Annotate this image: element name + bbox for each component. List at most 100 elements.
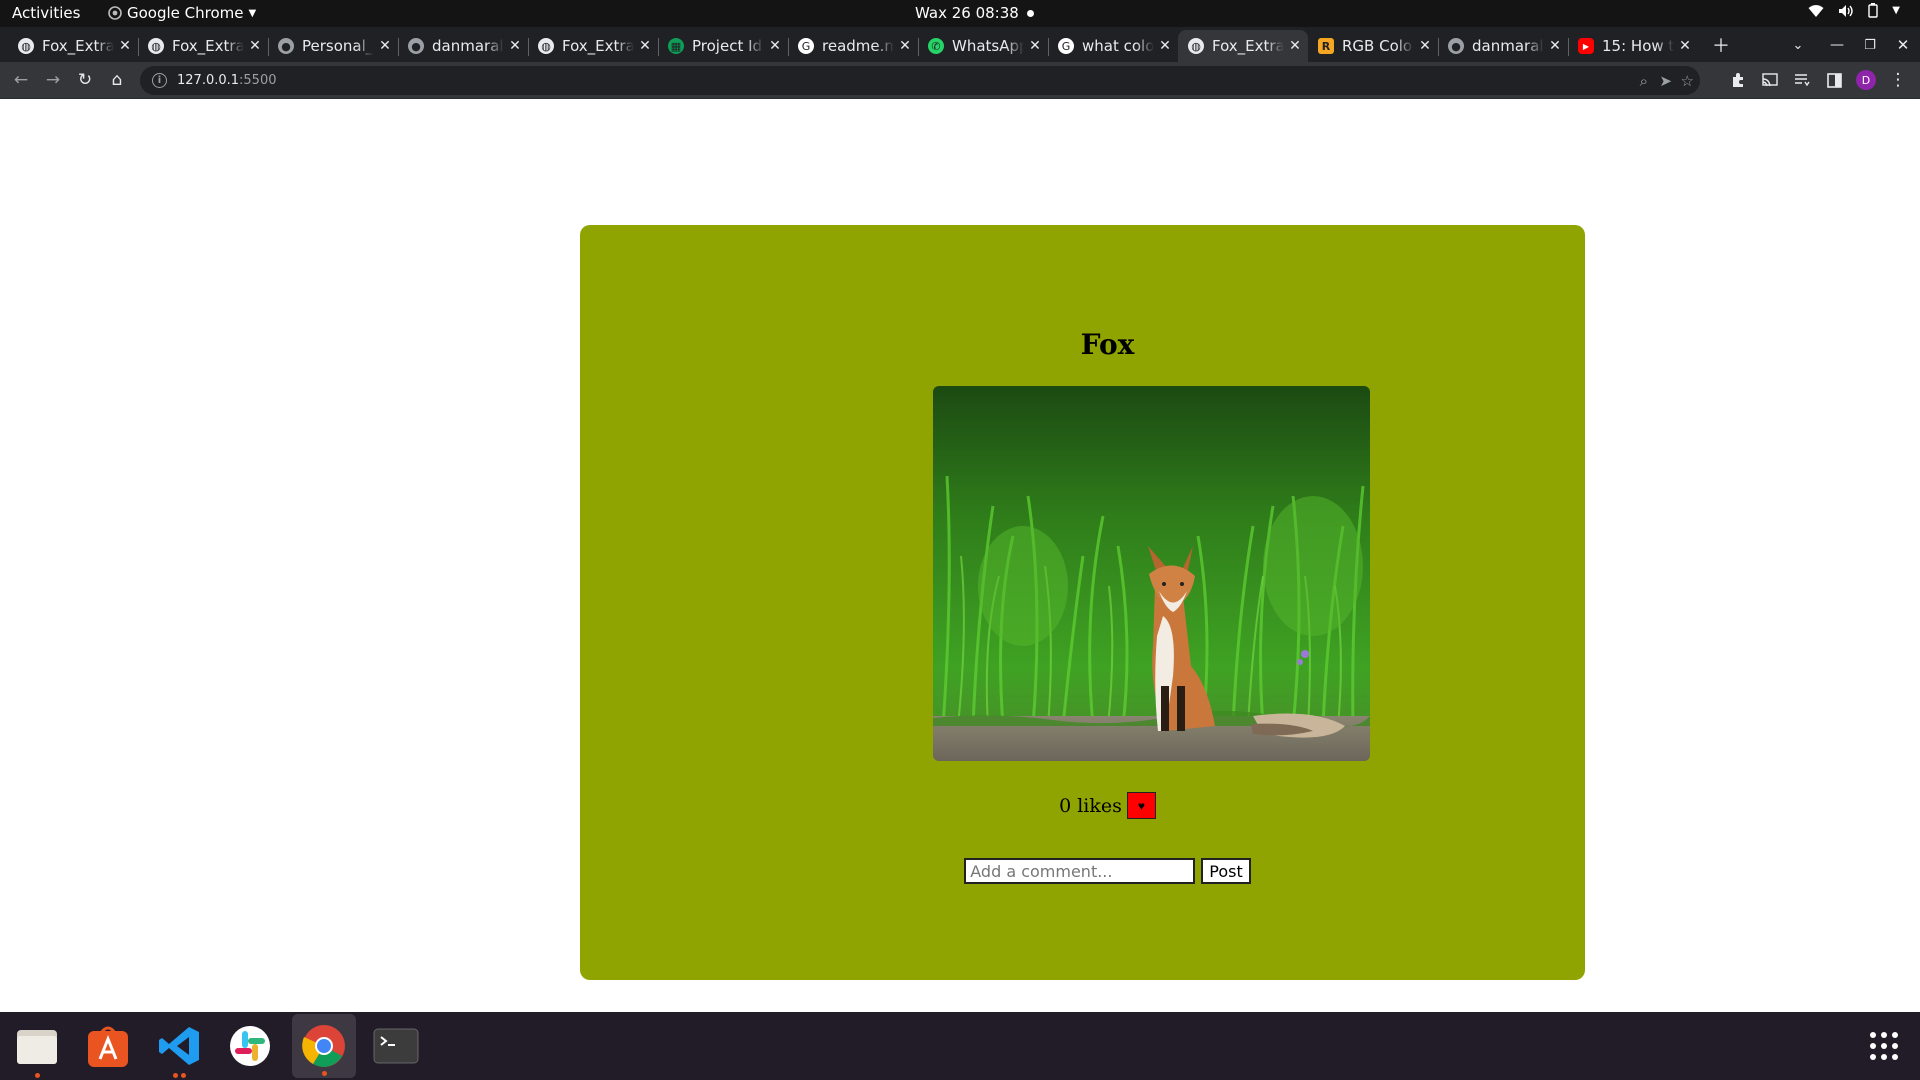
close-tab-icon[interactable]: ✕ (1548, 38, 1562, 54)
browser-tab[interactable]: R RGB Colo ✕ (1308, 30, 1438, 62)
extensions-icon[interactable] (1724, 66, 1752, 94)
browser-tab[interactable]: ● danmaral ✕ (398, 30, 528, 62)
battery-icon (1868, 3, 1878, 18)
post-card: Fox 0 likes ♥ Add a comment... Post (580, 225, 1585, 980)
zoom-icon[interactable]: ⌕ (1640, 66, 1648, 95)
tab-title: Project Id (692, 37, 763, 55)
tab-title: readme.m (822, 37, 894, 55)
files-icon[interactable] (11, 1020, 63, 1078)
tab-title: danmaral (1472, 37, 1544, 55)
close-tab-icon[interactable]: ✕ (378, 38, 392, 54)
github-icon: ● (408, 38, 424, 54)
tab-title: what colo (1082, 37, 1154, 55)
forward-arrow-icon[interactable]: → (39, 66, 67, 94)
minimize-window-button[interactable]: — (1822, 30, 1852, 60)
browser-tab[interactable]: ● Personal_ ✕ (268, 30, 398, 62)
activities-button[interactable]: Activities (12, 4, 80, 22)
clock[interactable]: Wax 26 08:38 (915, 4, 1034, 22)
github-icon: ● (278, 38, 294, 54)
slack-icon[interactable] (224, 1020, 276, 1072)
new-tab-button[interactable]: ＋ (1706, 30, 1736, 60)
close-tab-icon[interactable]: ✕ (768, 38, 782, 54)
side-panel-icon[interactable] (1820, 66, 1848, 94)
google-icon: G (1058, 38, 1074, 54)
cast-icon[interactable] (1756, 66, 1784, 94)
wifi-icon (1808, 4, 1824, 17)
software-center-icon[interactable] (82, 1020, 134, 1072)
back-arrow-icon[interactable]: ← (7, 66, 35, 94)
terminal-icon[interactable] (370, 1020, 422, 1072)
browser-tab[interactable]: Gwhat colo ✕ (1048, 30, 1178, 62)
tab-title: 15: How t (1602, 37, 1674, 55)
system-top-bar: Activities Google Chrome ▼ Wax 26 08:38 … (0, 0, 1920, 27)
close-tab-icon[interactable]: ✕ (1288, 38, 1302, 54)
google-icon: G (798, 38, 814, 54)
github-icon: ● (1448, 38, 1464, 54)
restore-window-button[interactable]: ❐ (1855, 30, 1885, 60)
url-host: 127.0.0.1 (177, 73, 240, 88)
close-window-button[interactable]: ✕ (1888, 30, 1918, 60)
post-button[interactable]: Post (1201, 858, 1251, 884)
browser-tab[interactable]: ◍ Fox_Extra ✕ (8, 30, 138, 62)
close-tab-icon[interactable]: ✕ (248, 38, 262, 54)
tab-title: Fox_Extra (1212, 37, 1284, 55)
browser-tab[interactable]: ◍ Fox_Extra ✕ (138, 30, 268, 62)
likes-count: 0 likes (1059, 794, 1122, 817)
close-tab-icon[interactable]: ✕ (1158, 38, 1172, 54)
like-button[interactable]: ♥ (1126, 792, 1156, 819)
app-menu-label: Google Chrome (127, 4, 244, 22)
notification-dot-icon (1026, 9, 1034, 17)
chrome-small-icon (108, 6, 122, 20)
vscode-icon[interactable] (153, 1020, 205, 1078)
address-bar[interactable]: i 127.0.0.1:5500 ⌕ ➤ ☆ (140, 66, 1700, 95)
kebab-menu-icon[interactable]: ⋮ (1884, 66, 1912, 94)
globe-icon: ◍ (538, 38, 554, 54)
globe-icon: ◍ (148, 38, 164, 54)
fox-photo (933, 386, 1370, 761)
tab-search-button[interactable]: ⌄ (1783, 30, 1813, 60)
browser-tab[interactable]: Greadme.m ✕ (788, 30, 918, 62)
whatsapp-icon: ✆ (928, 38, 944, 54)
tab-title: danmaral (432, 37, 504, 55)
globe-icon: ◍ (18, 38, 34, 54)
chrome-icon[interactable] (292, 1014, 356, 1078)
browser-tab[interactable]: ◍ Fox_Extra ✕ (1178, 30, 1308, 62)
post-title: Fox (1080, 328, 1135, 361)
browser-tab[interactable]: ● danmaral ✕ (1438, 30, 1568, 62)
close-tab-icon[interactable]: ✕ (898, 38, 912, 54)
reload-icon[interactable]: ↻ (71, 66, 99, 94)
grid-icon[interactable] (1858, 1020, 1910, 1072)
tab-title: Personal_ (302, 37, 374, 55)
send-icon[interactable]: ➤ (1659, 66, 1672, 95)
youtube-icon: ▶ (1578, 38, 1594, 54)
rgb-site-icon: R (1318, 38, 1334, 54)
close-tab-icon[interactable]: ✕ (1028, 38, 1042, 54)
page-viewport: Fox 0 likes ♥ Add a comment... Post (0, 100, 1920, 1012)
bookmark-star-icon[interactable]: ☆ (1681, 66, 1694, 95)
globe-icon: ◍ (1188, 38, 1204, 54)
browser-tab[interactable]: ✆ WhatsApp ✕ (918, 30, 1048, 62)
tab-title: RGB Colo (1342, 37, 1413, 55)
browser-tab[interactable]: ▦ Project Id ✕ (658, 30, 788, 62)
app-menu[interactable]: Google Chrome ▼ (108, 4, 256, 22)
browser-tab[interactable]: ◍ Fox_Extra ✕ (528, 30, 658, 62)
url-port: :5500 (239, 73, 277, 88)
browser-tab[interactable]: ▶ 15: How t ✕ (1568, 30, 1698, 62)
tab-title: Fox_Extra (42, 37, 114, 55)
close-tab-icon[interactable]: ✕ (1678, 38, 1692, 54)
volume-icon (1839, 4, 1853, 17)
site-info-icon[interactable]: i (152, 73, 167, 88)
close-tab-icon[interactable]: ✕ (1418, 38, 1432, 54)
close-tab-icon[interactable]: ✕ (118, 38, 132, 54)
comment-input[interactable] (964, 858, 1196, 884)
home-icon[interactable]: ⌂ (103, 66, 131, 94)
close-tab-icon[interactable]: ✕ (508, 38, 522, 54)
system-indicators[interactable]: ▼ (1808, 3, 1900, 18)
chevron-down-icon: ▼ (248, 7, 257, 19)
tab-title: Fox_Extra (562, 37, 634, 55)
reading-list-icon[interactable] (1788, 66, 1816, 94)
profile-avatar[interactable]: D (1852, 66, 1880, 94)
close-tab-icon[interactable]: ✕ (638, 38, 652, 54)
chevron-down-icon: ▼ (1892, 5, 1900, 16)
tab-title: Fox_Extra (172, 37, 244, 55)
